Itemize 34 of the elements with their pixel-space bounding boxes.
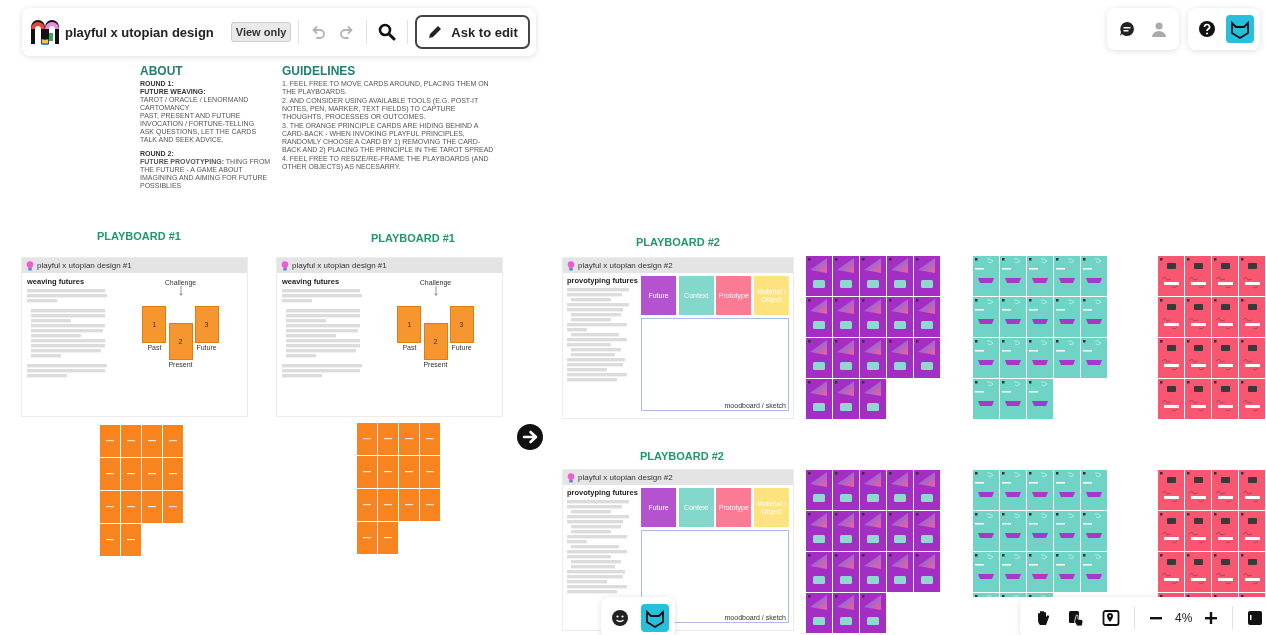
map-pin-icon <box>1102 609 1120 627</box>
playboard-label: PLAYBOARD #2 <box>640 450 724 462</box>
ask-to-edit-button[interactable]: Ask to edit <box>415 15 530 49</box>
frame-title: playful x utopian design #1 <box>292 261 387 270</box>
frame-title: playful x utopian design #2 <box>578 473 673 482</box>
view-only-badge: View only <box>230 22 292 42</box>
lightbulb-icon <box>26 260 34 271</box>
lightbulb-icon <box>281 260 289 271</box>
lightbulb-icon <box>567 260 575 271</box>
plus-icon <box>1204 611 1219 625</box>
arrow-right-icon <box>517 424 543 450</box>
zoom-level: 4% <box>1175 611 1193 625</box>
board-title: playful x utopian design <box>65 24 214 40</box>
playboard-label: PLAYBOARD #1 <box>97 230 181 242</box>
search-icon <box>378 23 397 41</box>
logo-icon <box>30 19 60 45</box>
arrow-icon <box>178 286 183 296</box>
frame-title: playful x utopian design #2 <box>578 261 673 270</box>
user-icon <box>1150 20 1168 38</box>
avatar-icon[interactable] <box>641 604 669 632</box>
lightbulb-icon <box>567 472 575 483</box>
playboard-label: PLAYBOARD #1 <box>371 232 455 244</box>
comment-icon <box>1118 20 1136 38</box>
arrow-icon <box>433 286 438 296</box>
playboard-label: PLAYBOARD #2 <box>636 236 720 248</box>
help-icon <box>1198 20 1216 38</box>
about-heading: ABOUT <box>140 64 184 78</box>
smiley-icon <box>611 609 629 627</box>
avatar-icon[interactable] <box>1226 15 1254 43</box>
frame-title: playful x utopian design #1 <box>37 261 132 270</box>
touch-icon <box>1068 609 1086 627</box>
pencil-icon <box>427 24 444 40</box>
undo-icon <box>310 24 327 40</box>
guidelines-heading: GUIDELINES <box>282 64 357 78</box>
